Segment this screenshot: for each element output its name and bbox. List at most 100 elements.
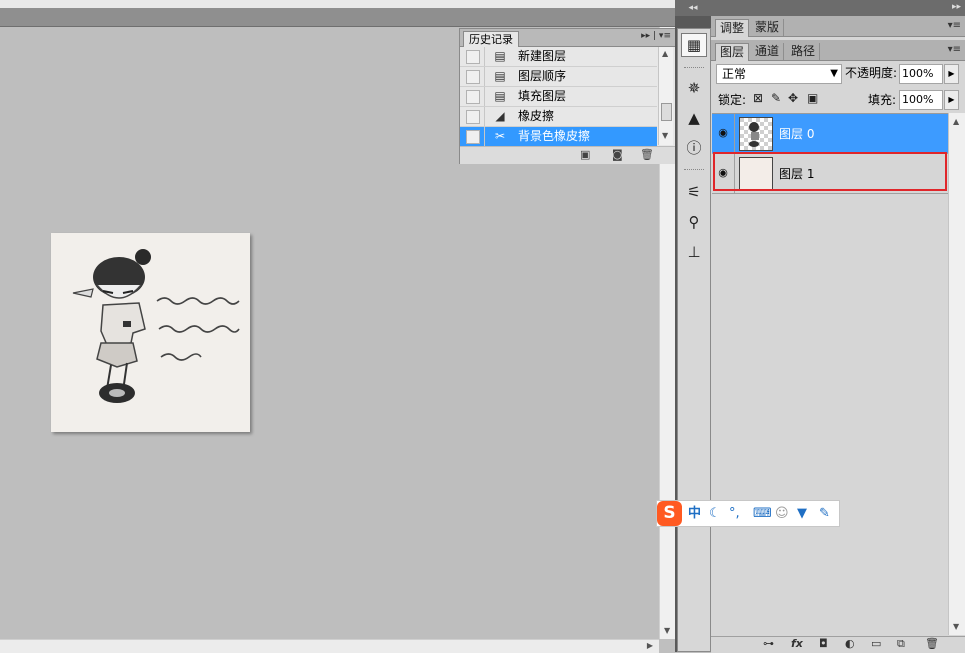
new-group-icon[interactable]: ▭ [871, 637, 881, 650]
document-tab-bar [0, 8, 675, 27]
snapshot-checkbox[interactable] [466, 90, 480, 104]
link-layers-icon[interactable]: ⊶ [763, 637, 774, 650]
lock-image-pixels-icon[interactable]: ✎ [771, 91, 781, 105]
tab-paths[interactable]: 路径 [787, 43, 821, 60]
trash-icon[interactable]: 🗑 [640, 148, 654, 161]
opacity-input[interactable]: 100% [899, 64, 943, 84]
history-item[interactable]: ▤ 新建图层 [460, 47, 657, 67]
collapsed-panel-icons: ▦ ✵ ▲ ⓘ ⚟ ⚲ ⊥ [677, 28, 711, 652]
tab-masks[interactable]: 蒙版 [751, 19, 785, 36]
history-item-label: 新建图层 [518, 49, 567, 63]
divider [484, 87, 485, 106]
lock-position-icon[interactable]: ✥ [788, 91, 798, 105]
layers-scrollbar[interactable]: ▲ ▼ [948, 113, 965, 635]
layers-panel-group: ▸▸ 调整 蒙版 ▾≡ 图层 通道 路径 ▾≡ 正常 ▼ 不透明度: 100% … [711, 0, 965, 653]
blend-mode-value: 正常 [722, 67, 747, 81]
adjustment-layer-icon[interactable]: ◐ [845, 637, 855, 650]
snapshot-checkbox[interactable] [466, 70, 480, 84]
scroll-up-icon[interactable]: ▲ [662, 49, 668, 58]
punctuation-icon[interactable]: °, [729, 505, 740, 522]
lock-transparency-icon[interactable]: ⊠ [753, 91, 763, 105]
skin-icon[interactable]: ▼ [797, 505, 807, 522]
history-panel-icon[interactable]: ▦ [681, 33, 707, 57]
fill-input[interactable]: 100% [899, 90, 943, 110]
fill-label: 填充: [868, 93, 897, 107]
tool-presets-icon[interactable]: ⊥ [682, 241, 706, 263]
snapshot-checkbox[interactable] [466, 110, 480, 124]
divider [484, 107, 485, 126]
opacity-label: 不透明度: [845, 66, 898, 80]
new-document-from-state-icon[interactable]: ▣ [580, 148, 590, 161]
opacity-slider-button[interactable]: ▶ [944, 64, 959, 84]
sketch-illustration [72, 249, 240, 403]
collapse-dock-icon[interactable]: ◂◂ [675, 0, 711, 16]
layer-row[interactable]: ◉ 图层 0 [712, 114, 948, 154]
keyboard-icon[interactable]: ⌨ [753, 505, 772, 522]
lock-all-icon[interactable]: ▣ [807, 91, 818, 105]
ime-mode-toggle[interactable]: 中 [688, 505, 701, 522]
eye-icon[interactable]: ◉ [716, 126, 730, 140]
chevron-down-icon: ▼ [830, 68, 838, 79]
tab-layers[interactable]: 图层 [715, 43, 750, 61]
panel-menu-icon[interactable]: ▸▸ | ▾≡ [641, 31, 671, 41]
blend-mode-select[interactable]: 正常 ▼ [716, 64, 842, 84]
history-panel: 历史记录 ▸▸ | ▾≡ ▤ 新建图层 ▤ 图层顺序 ▤ 填充图层 ◢ 橡皮擦 … [459, 28, 676, 164]
layers-list: ◉ 图层 0 ◉ 图层 1 [712, 113, 948, 636]
snapshot-checkbox[interactable] [466, 130, 480, 144]
lock-label: 锁定: [718, 93, 747, 107]
history-item-label: 填充图层 [518, 89, 567, 103]
fill-slider-button[interactable]: ▶ [944, 90, 959, 110]
document-icon: ▤ [494, 69, 506, 83]
new-layer-icon[interactable]: ⧉ [897, 637, 905, 651]
horizontal-scrollbar[interactable]: ▶ [0, 639, 659, 653]
history-scrollbar[interactable]: ▲ ▼ [658, 47, 673, 145]
history-item[interactable]: ▤ 填充图层 [460, 87, 657, 107]
expand-panels-icon[interactable]: ▸▸ [952, 2, 961, 12]
sogou-logo-icon[interactable]: S [657, 501, 682, 526]
panel-menu-icon[interactable]: ▾≡ [948, 44, 961, 55]
divider [484, 47, 485, 66]
panel-menu-icon[interactable]: ▾≡ [948, 20, 961, 31]
panel-group-header: ▸▸ [711, 0, 965, 16]
scroll-up-icon[interactable]: ▲ [953, 117, 959, 126]
user-icon[interactable]: ☺ [775, 505, 789, 522]
clone-source-icon[interactable]: ⚲ [682, 211, 706, 233]
scroll-thumb[interactable] [661, 103, 672, 121]
layer-thumbnail-sketch [749, 122, 759, 147]
blend-row: 正常 ▼ 不透明度: 100% ▶ [711, 61, 965, 85]
half-width-icon[interactable]: ☾ [709, 505, 721, 522]
tab-channels[interactable]: 通道 [751, 43, 785, 60]
document-icon: ▤ [494, 89, 506, 103]
scroll-down-icon[interactable]: ▼ [662, 131, 668, 140]
eraser-icon: ◢ [495, 109, 505, 123]
document-icon: ▤ [494, 49, 506, 63]
scroll-down-icon[interactable]: ▼ [953, 622, 959, 631]
info-icon[interactable]: ⓘ [682, 137, 706, 159]
settings-wrench-icon[interactable]: ✎ [819, 505, 830, 522]
document-canvas-image[interactable] [51, 233, 250, 432]
grip [684, 169, 704, 173]
tab-adjustments[interactable]: 调整 [715, 19, 750, 37]
scroll-down-icon[interactable]: ▼ [664, 626, 670, 635]
histogram-icon[interactable]: ▲ [682, 107, 706, 129]
layer-name: 图层 0 [779, 127, 815, 141]
camera-snapshot-icon[interactable]: ◙ [612, 148, 623, 161]
layer-style-icon[interactable]: fx [791, 637, 803, 650]
history-item-label: 橡皮擦 [518, 109, 555, 123]
history-tab[interactable]: 历史记录 [463, 31, 519, 47]
background-eraser-icon: ✂ [494, 129, 506, 143]
history-tab-row: 历史记录 ▸▸ | ▾≡ [460, 29, 675, 47]
scroll-right-icon[interactable]: ▶ [647, 641, 653, 650]
history-item-selected[interactable]: ✂ 背景色橡皮擦 [460, 127, 657, 147]
ime-toolbar: S 中 ☾ °, ⌨ ☺ ▼ ✎ [656, 500, 840, 527]
trash-icon[interactable]: 🗑 [925, 637, 939, 650]
history-item[interactable]: ▤ 图层顺序 [460, 67, 657, 87]
add-mask-icon[interactable]: ◘ [819, 637, 828, 650]
navigator-icon[interactable]: ✵ [682, 77, 706, 99]
brush-presets-icon[interactable]: ⚟ [682, 181, 706, 203]
annotation-highlight-box [713, 152, 947, 191]
snapshot-checkbox[interactable] [466, 50, 480, 64]
lock-row: 锁定: ⊠ ✎ ✥ ▣ 填充: 100% ▶ [711, 89, 965, 111]
divider [484, 127, 485, 146]
history-item[interactable]: ◢ 橡皮擦 [460, 107, 657, 127]
